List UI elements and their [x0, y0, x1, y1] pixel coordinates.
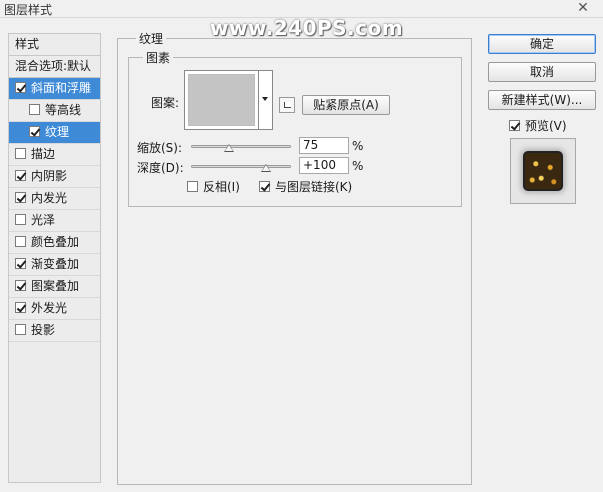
link-checkbox[interactable]	[259, 181, 270, 192]
texture-group: 纹理 图素 图案: 贴紧原点(A) 缩放(S): 75 % 深度(D): +10…	[117, 30, 472, 485]
depth-unit: %	[352, 159, 364, 173]
style-item-label: 纹理	[45, 125, 70, 139]
depth-slider[interactable]	[191, 162, 291, 172]
preview-option[interactable]: 预览(V)	[509, 117, 567, 134]
style-list-header[interactable]: 样式	[9, 34, 100, 56]
blend-options-item[interactable]: 混合选项:默认	[9, 56, 100, 78]
style-item[interactable]: 内阴影	[9, 166, 100, 188]
style-item-checkbox[interactable]	[15, 302, 26, 313]
cancel-button[interactable]: 取消	[488, 62, 596, 82]
style-item-checkbox[interactable]	[15, 236, 26, 247]
preview-label: 预览(V)	[525, 119, 567, 133]
style-item-label: 图案叠加	[31, 279, 80, 293]
style-item[interactable]: 纹理	[9, 122, 100, 144]
link-label: 与图层链接(K)	[275, 180, 353, 194]
style-item-checkbox[interactable]	[29, 126, 40, 137]
style-item[interactable]: 投影	[9, 320, 100, 342]
style-items: 斜面和浮雕等高线纹理描边内阴影内发光光泽颜色叠加渐变叠加图案叠加外发光投影	[9, 78, 100, 342]
style-item-checkbox[interactable]	[15, 214, 26, 225]
scale-label: 缩放(S):	[137, 141, 183, 155]
style-preview	[510, 138, 576, 204]
style-item-label: 内发光	[31, 191, 68, 205]
depth-slider-thumb[interactable]	[261, 164, 271, 172]
style-item-label: 斜面和浮雕	[31, 81, 92, 95]
pattern-picker[interactable]	[184, 70, 259, 130]
ok-button[interactable]: 确定	[488, 34, 596, 54]
pattern-label: 图案:	[151, 96, 180, 110]
style-item-label: 描边	[31, 147, 56, 161]
watermark: www.240PS.com	[210, 16, 404, 40]
scale-unit: %	[352, 139, 364, 153]
style-item-checkbox[interactable]	[15, 324, 26, 335]
style-list: 样式 混合选项:默认 斜面和浮雕等高线纹理描边内阴影内发光光泽颜色叠加渐变叠加图…	[8, 33, 101, 483]
style-item-label: 等高线	[45, 103, 82, 117]
scale-slider-track	[191, 145, 291, 148]
style-item[interactable]: 渐变叠加	[9, 254, 100, 276]
style-item-label: 渐变叠加	[31, 257, 80, 271]
style-item[interactable]: 等高线	[9, 100, 100, 122]
close-icon[interactable]: ✕	[575, 1, 591, 15]
elements-group-title: 图素	[143, 49, 174, 66]
link-option[interactable]: 与图层链接(K)	[259, 178, 352, 195]
style-item-checkbox[interactable]	[15, 192, 26, 203]
style-item[interactable]: 图案叠加	[9, 276, 100, 298]
style-item-label: 颜色叠加	[31, 235, 80, 249]
texture-group-title: 纹理	[136, 30, 167, 47]
scale-slider[interactable]	[191, 142, 291, 152]
invert-option[interactable]: 反相(I)	[187, 178, 240, 195]
preview-checkbox[interactable]	[509, 120, 520, 131]
pattern-thumbnail	[188, 74, 255, 126]
style-item-label: 投影	[31, 323, 56, 337]
new-style-button[interactable]: 新建样式(W)...	[488, 90, 596, 110]
elements-group: 图素 图案: 贴紧原点(A) 缩放(S): 75 % 深度(D): +100 %…	[128, 49, 462, 207]
snap-to-origin-button[interactable]: 贴紧原点(A)	[302, 95, 390, 115]
style-item-checkbox[interactable]	[15, 82, 26, 93]
style-item[interactable]: 描边	[9, 144, 100, 166]
style-item-label: 内阴影	[31, 169, 68, 183]
style-item-checkbox[interactable]	[29, 104, 40, 115]
invert-label: 反相(I)	[203, 180, 240, 194]
window-title: 图层样式	[4, 3, 53, 17]
depth-slider-track	[191, 165, 291, 168]
style-item[interactable]: 内发光	[9, 188, 100, 210]
style-item-label: 外发光	[31, 301, 68, 315]
scale-slider-thumb[interactable]	[224, 144, 234, 152]
style-item[interactable]: 外发光	[9, 298, 100, 320]
style-item-checkbox[interactable]	[15, 170, 26, 181]
scale-input[interactable]: 75	[299, 137, 349, 154]
invert-checkbox[interactable]	[187, 181, 198, 192]
style-item-checkbox[interactable]	[15, 148, 26, 159]
depth-label: 深度(D):	[137, 161, 184, 175]
style-item[interactable]: 斜面和浮雕	[9, 78, 100, 100]
style-item-checkbox[interactable]	[15, 280, 26, 291]
style-item-checkbox[interactable]	[15, 258, 26, 269]
style-item-label: 光泽	[31, 213, 56, 227]
preview-thumbnail	[523, 151, 563, 191]
depth-input[interactable]: +100	[299, 157, 349, 174]
pattern-dropdown-arrow-icon[interactable]	[259, 70, 273, 130]
style-item[interactable]: 颜色叠加	[9, 232, 100, 254]
style-item[interactable]: 光泽	[9, 210, 100, 232]
new-preset-icon[interactable]	[279, 97, 295, 113]
